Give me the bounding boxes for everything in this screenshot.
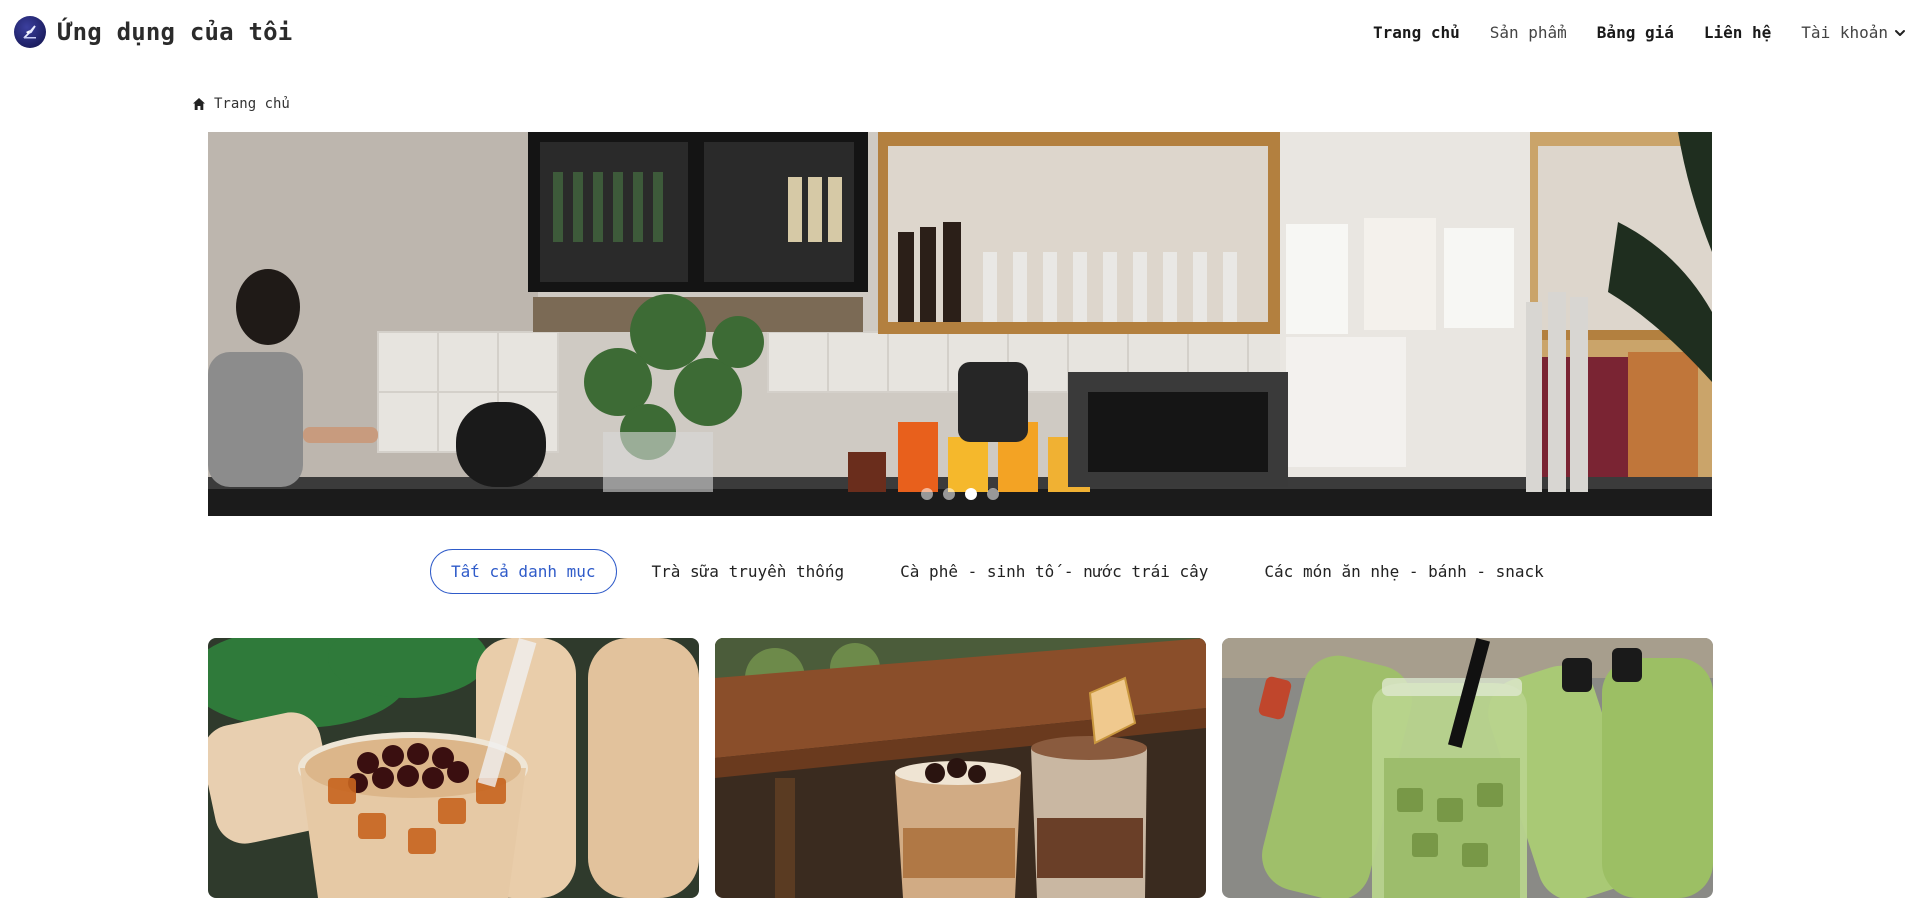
carousel-dot[interactable] xyxy=(921,488,933,500)
home-icon xyxy=(193,98,205,110)
product-card[interactable] xyxy=(715,638,1206,898)
hero-carousel[interactable] xyxy=(208,132,1712,516)
tab-all-categories[interactable]: Tất cả danh mục xyxy=(430,549,617,594)
rocket-logo-icon xyxy=(14,16,46,48)
brand[interactable]: Ứng dụng của tôi xyxy=(14,16,292,48)
product-image-bubble-tea xyxy=(208,638,699,898)
carousel-dot[interactable] xyxy=(987,488,999,500)
main-nav: Trang chủ Sản phẩm Bảng giá Liên hệ Tài … xyxy=(1373,23,1906,42)
nav-account-label: Tài khoản xyxy=(1801,22,1888,42)
product-grid xyxy=(208,638,1713,898)
app-title: Ứng dụng của tôi xyxy=(58,18,293,46)
nav-home[interactable]: Trang chủ xyxy=(1373,23,1460,42)
breadcrumb: Trang chủ xyxy=(192,96,290,112)
top-navbar: Ứng dụng của tôi Trang chủ Sản phẩm Bảng… xyxy=(0,0,1920,64)
product-image-iced-coffee xyxy=(715,638,1206,898)
tab-snacks[interactable]: Các món ăn nhẹ - bánh - snack xyxy=(1243,549,1564,594)
chevron-down-icon xyxy=(1895,29,1905,36)
nav-products[interactable]: Sản phẩm xyxy=(1490,23,1567,42)
nav-contact[interactable]: Liên hệ xyxy=(1704,23,1771,42)
nav-account-dropdown[interactable]: Tài khoản xyxy=(1801,23,1906,42)
product-image-matcha xyxy=(1222,638,1713,898)
hero-cafe-image xyxy=(208,132,1712,516)
carousel-indicators xyxy=(208,488,1712,500)
nav-pricing[interactable]: Bảng giá xyxy=(1597,23,1674,42)
product-card[interactable] xyxy=(208,638,699,898)
category-tabs: Tất cả danh mục Trà sữa truyền thống Cà … xyxy=(430,549,1579,594)
carousel-dot-active[interactable] xyxy=(965,488,977,500)
tab-milk-tea[interactable]: Trà sữa truyền thống xyxy=(631,549,866,594)
product-card[interactable] xyxy=(1222,638,1713,898)
carousel-dot[interactable] xyxy=(943,488,955,500)
breadcrumb-home[interactable]: Trang chủ xyxy=(214,96,290,112)
tab-coffee-smoothie-juice[interactable]: Cà phê - sinh tố - nước trái cây xyxy=(879,549,1229,594)
